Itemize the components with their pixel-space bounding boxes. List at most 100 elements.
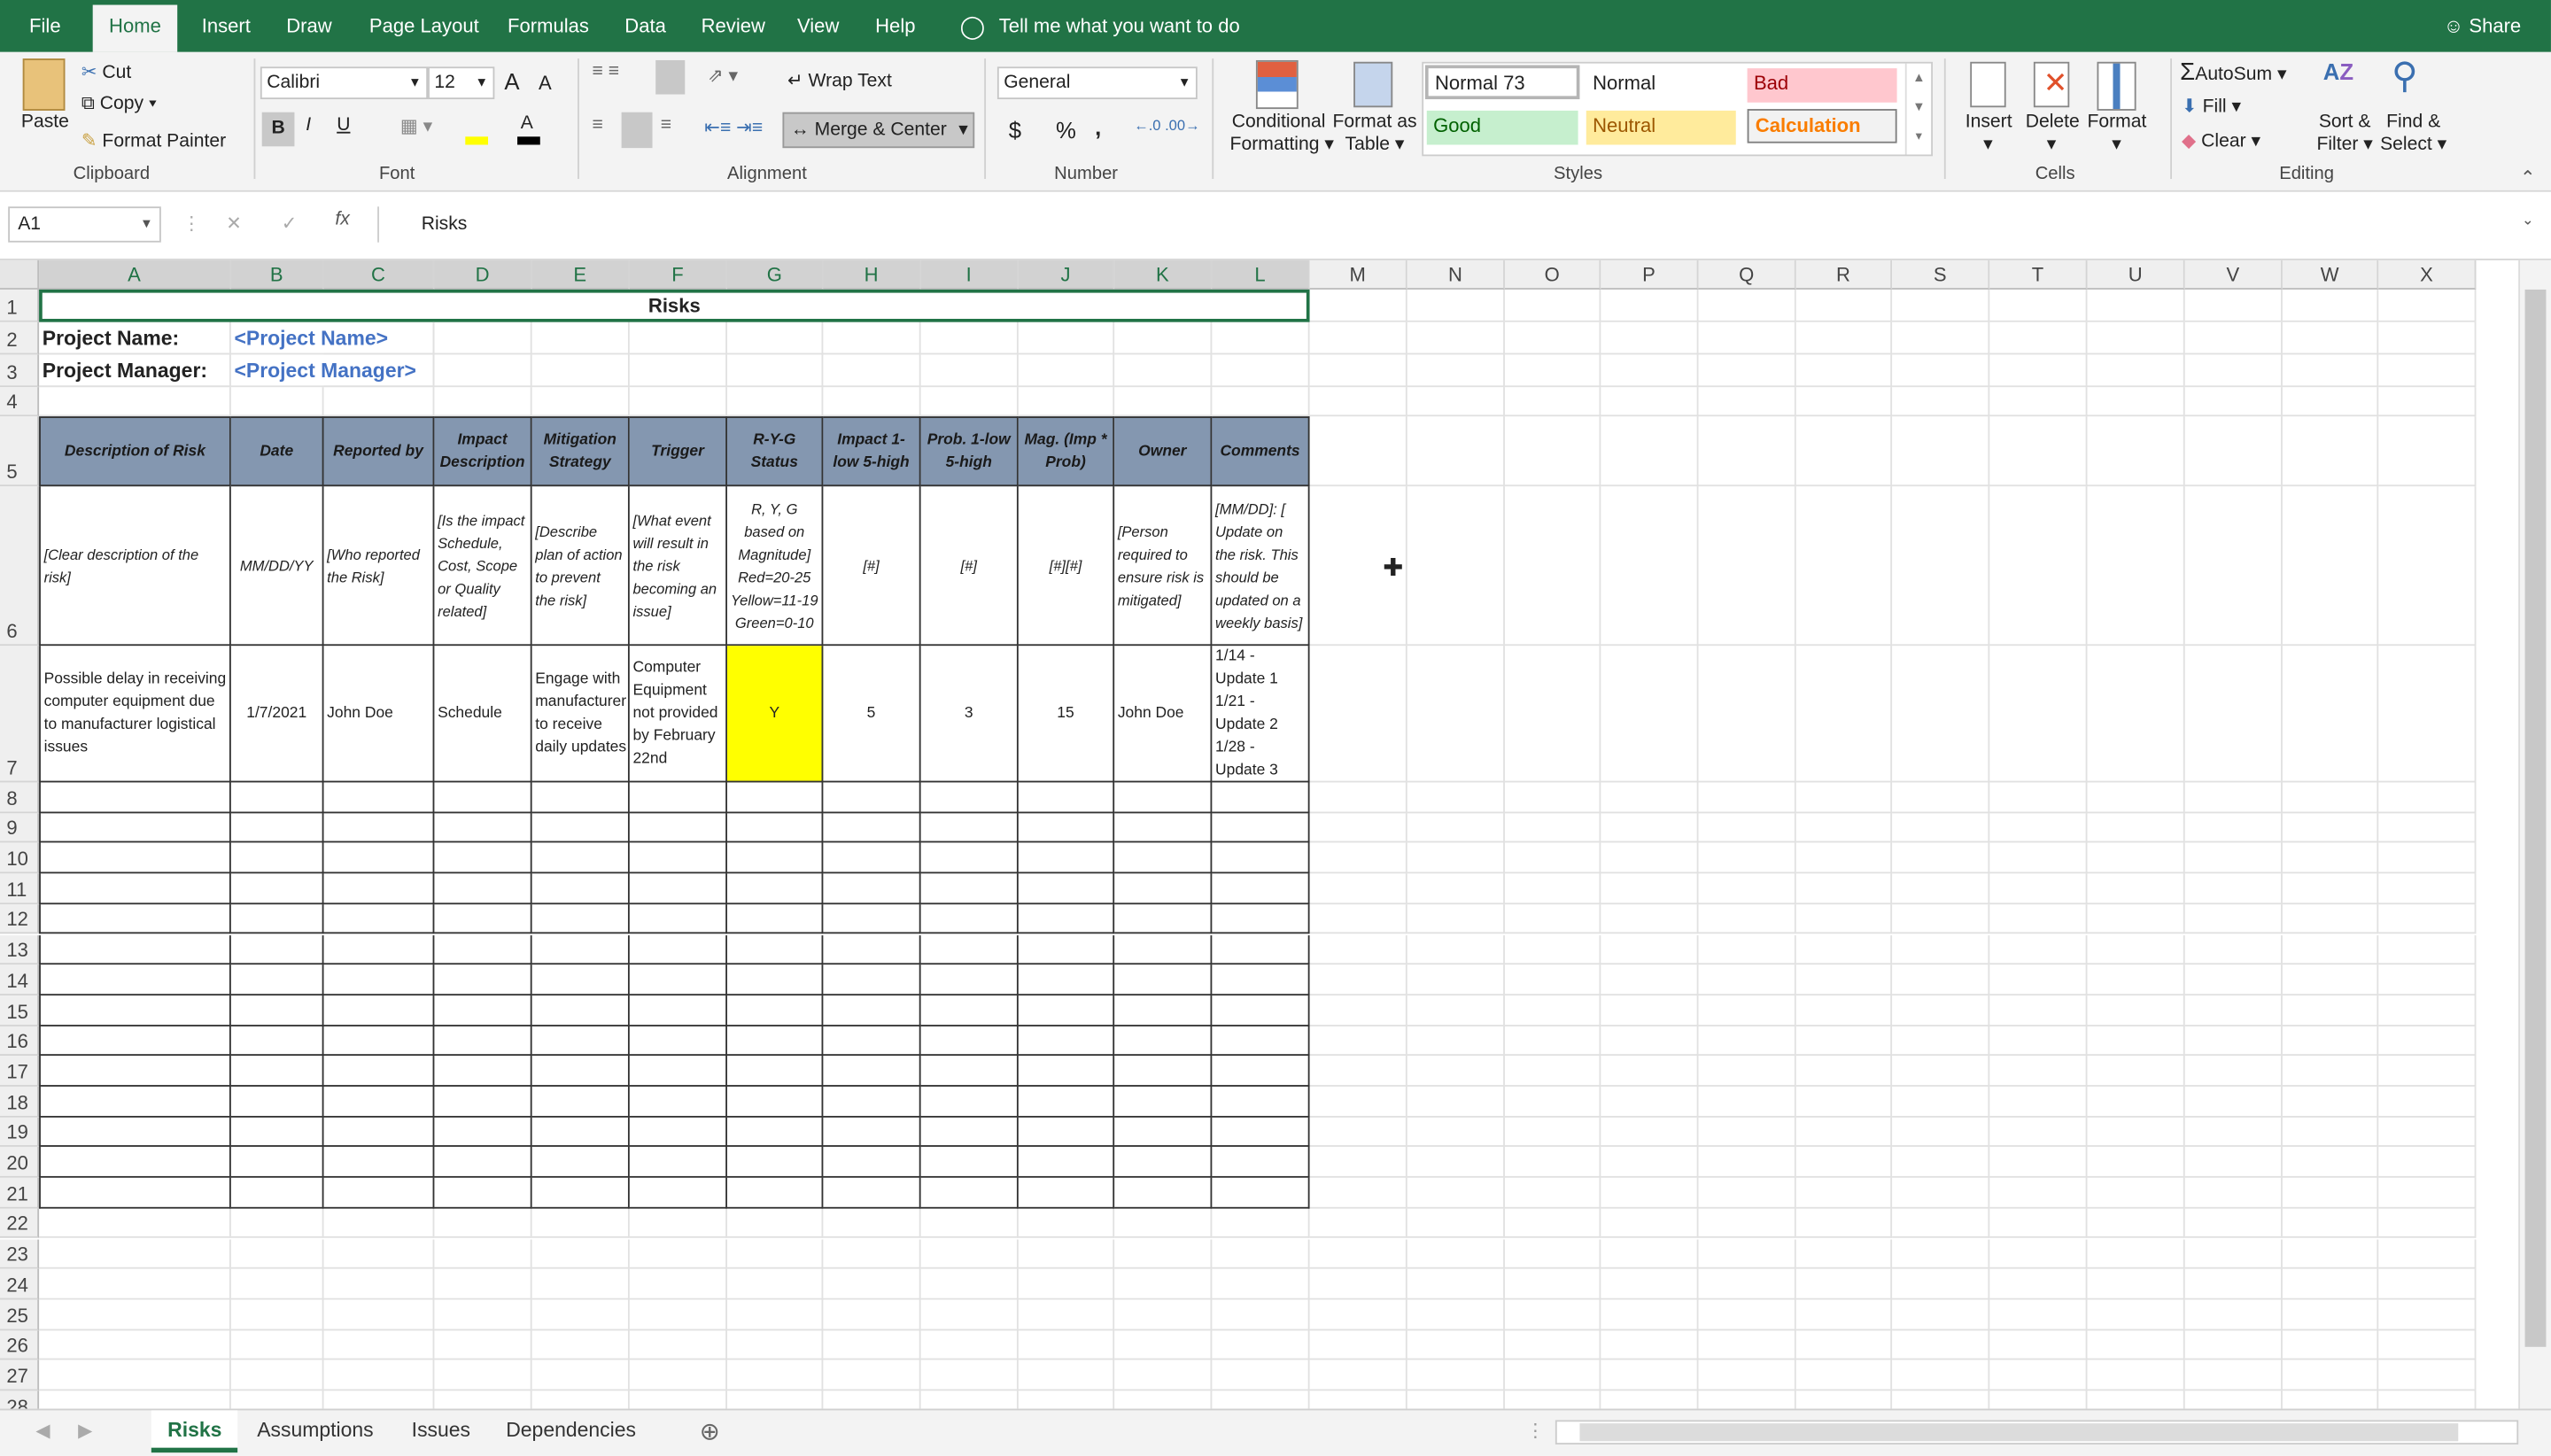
cell-F9[interactable]	[630, 813, 727, 843]
cell-K23[interactable]	[1114, 1239, 1212, 1269]
cell-E8[interactable]	[532, 782, 630, 812]
row-header-10[interactable]: 10	[0, 843, 39, 873]
cell-O24[interactable]	[1505, 1269, 1601, 1299]
cell-P15[interactable]	[1601, 995, 1698, 1026]
cell-W11[interactable]	[2283, 873, 2378, 903]
style-neutral[interactable]: Neutral	[1586, 111, 1736, 145]
cell-D24[interactable]	[434, 1269, 531, 1299]
cell-R20[interactable]	[1796, 1148, 1892, 1178]
cell-D9[interactable]	[434, 813, 531, 843]
cell-O5[interactable]	[1505, 416, 1601, 486]
cell-H10[interactable]	[823, 843, 920, 873]
align-center-icon[interactable]	[622, 112, 653, 148]
cell-Q25[interactable]	[1699, 1299, 1796, 1329]
cell-C13[interactable]	[324, 934, 435, 964]
cell-X27[interactable]	[2378, 1360, 2476, 1390]
cell-M15[interactable]	[1310, 995, 1407, 1026]
cell-G16[interactable]	[727, 1026, 823, 1056]
cell-P10[interactable]	[1601, 843, 1698, 873]
hint-J[interactable]: [#][#]	[1019, 486, 1114, 646]
column-header-K[interactable]: K	[1114, 260, 1212, 290]
cell-I10[interactable]	[921, 843, 1019, 873]
cell-F12[interactable]	[630, 904, 727, 934]
cell-B19[interactable]	[231, 1117, 324, 1147]
select-all-button[interactable]	[0, 260, 39, 290]
share-button[interactable]: ☺ Share	[2434, 0, 2532, 52]
cell-X18[interactable]	[2378, 1087, 2476, 1117]
tab-insert[interactable]: Insert	[192, 0, 260, 52]
cell-G25[interactable]	[727, 1299, 823, 1329]
cell-W8[interactable]	[2283, 782, 2378, 812]
cell-U20[interactable]	[2087, 1148, 2184, 1178]
cell-L15[interactable]	[1212, 995, 1309, 1026]
column-header-V[interactable]: V	[2185, 260, 2283, 290]
align-top-icon[interactable]: ≡ ≡	[593, 62, 620, 81]
cell-T17[interactable]	[1989, 1057, 2087, 1087]
sheet-tab-dependencies[interactable]: Dependencies	[490, 1410, 653, 1449]
cell-F17[interactable]	[630, 1057, 727, 1087]
cell-F14[interactable]	[630, 965, 727, 995]
cell-S26[interactable]	[1892, 1330, 1989, 1360]
cell-I15[interactable]	[921, 995, 1019, 1026]
cell-V7[interactable]	[2185, 646, 2283, 782]
row-header-14[interactable]: 14	[0, 965, 39, 995]
cell-Q19[interactable]	[1699, 1117, 1796, 1147]
cell-R17[interactable]	[1796, 1057, 1892, 1087]
cell-L18[interactable]	[1212, 1087, 1309, 1117]
cell-N6[interactable]	[1407, 486, 1505, 646]
cell-J15[interactable]	[1019, 995, 1114, 1026]
risk-cell-E[interactable]: Engage with manufacturer to receive dail…	[532, 646, 630, 782]
cell-S8[interactable]	[1892, 782, 1989, 812]
cell-R19[interactable]	[1796, 1117, 1892, 1147]
cell-S6[interactable]	[1892, 486, 1989, 646]
cell-Q15[interactable]	[1699, 995, 1796, 1026]
cell-X1[interactable]	[2378, 290, 2476, 322]
cell-L21[interactable]	[1212, 1178, 1309, 1208]
cell-S28[interactable]	[1892, 1390, 1989, 1408]
bold-button[interactable]: B	[262, 112, 295, 147]
cell-X25[interactable]	[2378, 1299, 2476, 1329]
cell-M19[interactable]	[1310, 1117, 1407, 1147]
cell-Q9[interactable]	[1699, 813, 1796, 843]
cell-P22[interactable]	[1601, 1208, 1698, 1238]
scroll-tabs-left-icon[interactable]: ◀	[35, 1419, 50, 1442]
risk-cell-I[interactable]: 3	[921, 646, 1019, 782]
cell-T18[interactable]	[1989, 1087, 2087, 1117]
cell-U5[interactable]	[2087, 416, 2184, 486]
cell-X9[interactable]	[2378, 813, 2476, 843]
cell-L27[interactable]	[1212, 1360, 1309, 1390]
cell-J16[interactable]	[1019, 1026, 1114, 1056]
cell-G27[interactable]	[727, 1360, 823, 1390]
cell-N9[interactable]	[1407, 813, 1505, 843]
cell-W6[interactable]	[2283, 486, 2378, 646]
cell-W24[interactable]	[2283, 1269, 2378, 1299]
cell-S2[interactable]	[1892, 322, 1989, 355]
row-header-12[interactable]: 12	[0, 904, 39, 934]
cell-F8[interactable]	[630, 782, 727, 812]
cell-E3[interactable]	[532, 354, 630, 387]
cell-L10[interactable]	[1212, 843, 1309, 873]
cell-F16[interactable]	[630, 1026, 727, 1056]
cell-G24[interactable]	[727, 1269, 823, 1299]
cell-V8[interactable]	[2185, 782, 2283, 812]
cell-S25[interactable]	[1892, 1299, 1989, 1329]
cell-M4[interactable]	[1310, 387, 1407, 416]
cell-W1[interactable]	[2283, 290, 2378, 322]
cell-S14[interactable]	[1892, 965, 1989, 995]
format-button[interactable]: Format▾	[2087, 112, 2145, 155]
cell-E17[interactable]	[532, 1057, 630, 1087]
cell-M12[interactable]	[1310, 904, 1407, 934]
conditional-formatting-button[interactable]: ConditionalFormatting ▾	[1230, 112, 1328, 155]
insert-button[interactable]: Insert▾	[1966, 112, 2011, 155]
cell-F18[interactable]	[630, 1087, 727, 1117]
cell-H25[interactable]	[823, 1299, 920, 1329]
cell-W10[interactable]	[2283, 843, 2378, 873]
cell-M28[interactable]	[1310, 1390, 1407, 1408]
cell-T16[interactable]	[1989, 1026, 2087, 1056]
header-F[interactable]: Trigger	[630, 416, 727, 486]
row-header-18[interactable]: 18	[0, 1087, 39, 1117]
cell-G20[interactable]	[727, 1148, 823, 1178]
cell-N22[interactable]	[1407, 1208, 1505, 1238]
cell-D12[interactable]	[434, 904, 531, 934]
sort-filter-button[interactable]: Sort &Filter ▾	[2316, 112, 2372, 155]
